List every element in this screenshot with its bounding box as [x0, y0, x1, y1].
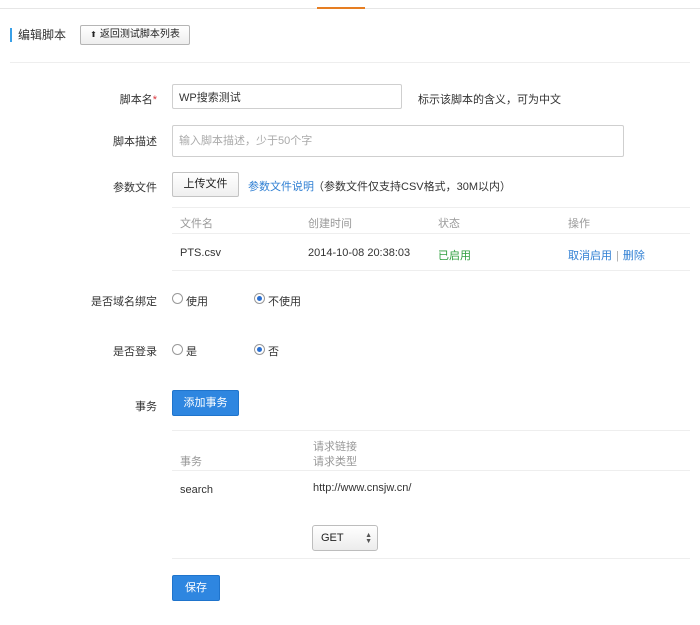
header-divider	[10, 62, 690, 63]
request-method-select[interactable]: GET ▲ ▼	[312, 525, 378, 551]
transaction-table-header-name: 事务	[180, 456, 202, 468]
file-status-badge: 已启用	[438, 250, 471, 262]
transaction-table-header-link: 请求链接	[313, 441, 357, 453]
script-name-hint: 标示该脚本的含义，可为中文	[418, 94, 561, 106]
param-file-label: 参数文件	[113, 182, 157, 194]
domain-binding-use-radio[interactable]	[172, 293, 183, 304]
file-table-header-actions: 操作	[568, 218, 590, 230]
page-title: 编辑脚本	[10, 28, 66, 42]
script-name-input[interactable]	[172, 84, 402, 109]
transaction-table-bottom-border	[172, 558, 690, 559]
script-desc-label: 脚本描述	[113, 136, 157, 148]
domain-binding-not-use-radio[interactable]	[254, 293, 265, 304]
disable-file-link[interactable]: 取消启用	[568, 250, 612, 262]
transaction-url-cell: http://www.cnsjw.cn/	[313, 482, 412, 494]
transactions-label: 事务	[135, 401, 157, 413]
action-separator: |	[616, 250, 619, 262]
domain-binding-not-use-label: 不使用	[268, 296, 301, 308]
script-name-label: 脚本名*	[12, 91, 157, 107]
script-desc-input[interactable]	[172, 125, 624, 157]
request-method-value: GET	[321, 532, 344, 544]
top-nav-active-indicator	[317, 7, 365, 9]
add-transaction-button[interactable]: 添加事务	[172, 390, 239, 416]
updown-arrows-icon: ▲ ▼	[365, 532, 372, 545]
required-mark: *	[152, 94, 157, 106]
domain-binding-label: 是否域名绑定	[91, 296, 157, 308]
file-table-bottom-border	[172, 270, 690, 271]
transaction-name-cell: search	[180, 484, 214, 496]
delete-file-link[interactable]: 删除	[623, 250, 645, 262]
upload-file-button[interactable]: 上传文件	[172, 172, 239, 197]
transaction-table-top-border	[172, 430, 690, 431]
login-yes-radio[interactable]	[172, 344, 183, 355]
file-table-header-created: 创建时间	[308, 218, 352, 230]
login-label: 是否登录	[113, 346, 157, 358]
transaction-table-header-border	[172, 470, 690, 471]
domain-binding-use-label: 使用	[186, 296, 208, 308]
login-no-radio[interactable]	[254, 344, 265, 355]
back-to-script-list-button[interactable]: ⬆ 返回测试脚本列表	[80, 25, 190, 45]
file-actions-cell: 取消启用 | 删除	[568, 247, 645, 263]
file-table-header-border	[172, 233, 690, 234]
login-no-label: 否	[268, 346, 279, 358]
upload-arrow-icon: ⬆	[90, 30, 97, 39]
file-table-header-filename: 文件名	[180, 218, 213, 230]
transaction-table-header-type: 请求类型	[313, 456, 357, 468]
param-file-help-link[interactable]: 参数文件说明	[248, 178, 314, 194]
file-table-top-border	[172, 207, 690, 208]
script-name-label-text: 脚本名	[119, 94, 153, 106]
file-name-cell: PTS.csv	[180, 247, 221, 259]
back-button-label: 返回测试脚本列表	[99, 29, 180, 40]
login-yes-label: 是	[186, 346, 197, 358]
file-table-header-status: 状态	[438, 218, 460, 230]
file-created-cell: 2014-10-08 20:38:03	[308, 247, 411, 259]
save-button[interactable]: 保存	[172, 575, 220, 601]
param-file-note: （参数文件仅支持CSV格式，30M以内）	[313, 181, 512, 193]
